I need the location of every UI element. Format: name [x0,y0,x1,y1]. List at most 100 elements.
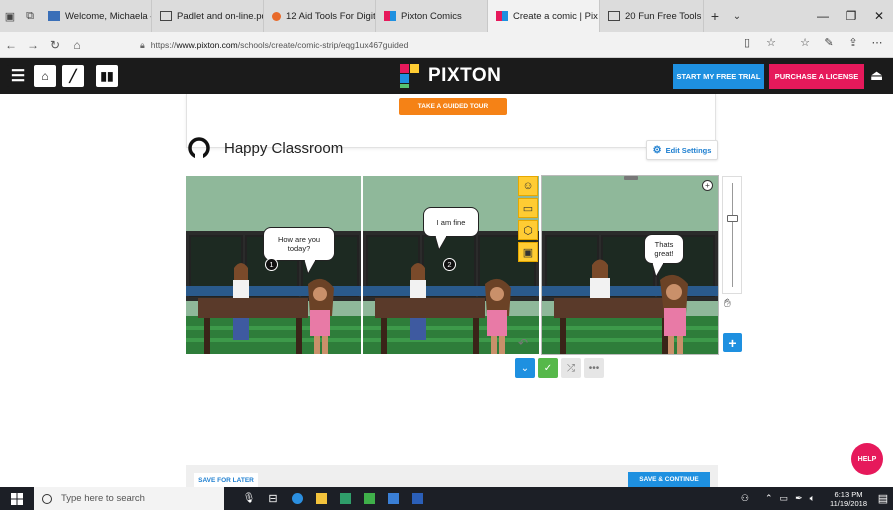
file-explorer-icon[interactable] [310,487,332,510]
home-icon[interactable]: ⌂ [66,38,88,52]
pen-icon[interactable]: ✎ [817,36,841,49]
zoom-handle[interactable] [727,215,738,222]
tab-label: Pixton Comics [401,10,462,22]
task-view-icon[interactable]: ⊟ [262,487,284,510]
speech-bubble[interactable]: I am fine [423,207,479,237]
back-icon[interactable]: ← [0,38,22,52]
guided-tour-button[interactable]: TAKE A GUIDED TOUR [399,98,507,115]
word-app-icon[interactable] [406,487,428,510]
face-icon[interactable]: ☺ [518,176,538,196]
network-icon[interactable]: ▭ [780,493,789,504]
zoom-slider[interactable] [722,176,742,294]
microphone-icon[interactable]: 🎙︎ [238,487,260,510]
browser-tab[interactable]: 12 Aid Tools For Digital [264,0,376,32]
photos-app-icon[interactable] [334,487,356,510]
save-and-continue-button[interactable]: SAVE & CONTINUE [628,472,710,487]
browser-tab[interactable]: Pixton Comics [376,0,488,32]
browser-toolbar-right: ▯ ☆ ☆ ✎ ⇪ ⋯ [735,36,889,49]
system-tray: ⚇ ⌃ ▭ ✒ 🔈︎ 6:13 PM 11/19/2018 ▤ [734,487,893,510]
hand-pan-icon[interactable]: ✋︎ [724,296,731,311]
zoom-in-icon[interactable]: + [702,180,713,191]
classroom-scene [542,176,718,354]
hexagon-prop-icon[interactable]: ⬡ [518,220,538,240]
restore-icon[interactable]: ❐ [837,0,865,32]
undo-icon[interactable]: ↶ [518,336,528,350]
more-icon[interactable]: ⋯ [865,36,889,49]
step-badge-number: 2 [447,260,452,269]
forward-icon[interactable]: → [22,38,44,52]
pixton-logo[interactable]: PIXTON [400,64,501,88]
comic-panel-3-selected[interactable]: Thats great! + [541,175,719,355]
speech-bubble-tail [652,263,664,277]
chevron-down-icon[interactable]: ⌄ [515,358,535,378]
clock[interactable]: 6:13 PM 11/19/2018 [823,490,867,508]
comic-panel-1[interactable]: How are you today? 1 [186,176,361,354]
reading-view-icon[interactable]: ▯ [735,36,759,49]
favorites-hub-icon[interactable]: ☆ [793,36,817,49]
speech-bubble[interactable]: Thats great! [644,234,684,264]
step-badge: 2 [443,258,456,271]
windows-taskbar: Type here to search 🎙︎ ⊟ ⚇ ⌃ ▭ ✒ 🔈︎ 6:13… [0,487,893,510]
comic-panel-2[interactable]: I am fine 2 [363,176,539,354]
logout-icon[interactable]: ⏏ [870,67,883,84]
pixton-logo-icon [400,64,420,88]
favorite-star-icon[interactable]: ☆ [759,36,783,49]
help-button[interactable]: HELP [851,443,883,475]
speech-bubble-text: How are you today? [277,235,321,253]
panel-drag-handle[interactable] [624,176,638,180]
pixton-header: ☰ ⌂ ╱ ▮▮ PIXTON START MY FREE TRIAL PURC… [0,58,893,94]
taskbar-search-input[interactable]: Type here to search [34,487,224,510]
tab-label: Padlet and on-line.pdf [177,10,264,22]
notifications-icon[interactable]: ▤ [873,487,893,510]
close-window-icon[interactable]: ✕ [865,0,893,32]
more-options-icon[interactable]: ••• [584,358,604,378]
book-icon[interactable]: ▮▮ [96,65,118,87]
image-background-icon[interactable]: ▣ [518,242,538,262]
check-icon[interactable]: ✓ [538,358,558,378]
home-icon[interactable]: ⌂ [34,65,56,87]
purchase-license-button[interactable]: PURCHASE A LICENSE [769,64,864,89]
green-app-icon[interactable] [358,487,380,510]
start-free-trial-button[interactable]: START MY FREE TRIAL [673,64,764,89]
tab-list-chevron-icon[interactable]: ⌄ [726,0,748,32]
tab-preview-icon[interactable]: ⧉ [20,0,40,32]
avatar-outline-icon [188,137,210,159]
browser-tab[interactable]: 20 Fun Free Tools for Ir [600,0,704,32]
browser-tab[interactable]: Welcome, Michaela – B [40,0,152,32]
volume-icon[interactable]: 🔈︎ [810,493,815,504]
comic-strip: How are you today? 1 I am fine 2 Thats g… [186,175,719,355]
edit-settings-button[interactable]: ⚙ Edit Settings [646,140,718,160]
people-icon[interactable]: ⚇ [741,493,749,504]
speech-bubble-tool-icon[interactable]: ▭ [518,198,538,218]
share-icon[interactable]: ⇪ [841,36,865,49]
windows-start-icon[interactable] [0,487,34,510]
browser-tab[interactable]: Padlet and on-line.pdf [152,0,264,32]
page-icon [160,11,172,21]
tab-label: 12 Aid Tools For Digital [286,10,376,22]
tab-label: Create a comic | Pix [513,10,598,22]
pencil-icon[interactable]: ╱ [62,65,84,87]
tray-chevron-up-icon[interactable]: ⌃ [765,493,773,504]
step-badge-number: 1 [269,260,274,269]
speech-bubble[interactable]: How are you today? [263,227,335,261]
url-field[interactable]: 🔒︎ https://www.pixton.com/schools/create… [140,36,728,54]
clock-time: 6:13 PM [834,489,863,499]
add-panel-button[interactable]: + [723,333,742,352]
tab-label: Welcome, Michaela – B [65,10,151,22]
minimize-icon[interactable]: — [809,0,837,32]
refresh-icon[interactable]: ↻ [44,38,66,52]
pen-ink-icon[interactable]: ✒ [795,493,803,504]
blue-app-icon[interactable] [382,487,404,510]
comic-title[interactable]: Happy Classroom [224,140,343,157]
menu-icon[interactable]: ☰ [7,65,29,87]
edge-browser-icon[interactable] [286,487,308,510]
shuffle-icon[interactable]: ⤮ [561,358,581,378]
page-icon [608,11,620,21]
cortana-circle-icon [42,493,52,504]
edit-settings-label: Edit Settings [665,145,712,155]
window-controls: — ❐ ✕ [809,0,893,32]
tab-actions-icon[interactable]: ▣ [0,0,20,32]
new-tab-icon[interactable]: + [704,0,726,32]
save-for-later-button[interactable]: SAVE FOR LATER [194,473,258,487]
browser-tab-active[interactable]: Create a comic | Pix ✕ [488,0,600,32]
